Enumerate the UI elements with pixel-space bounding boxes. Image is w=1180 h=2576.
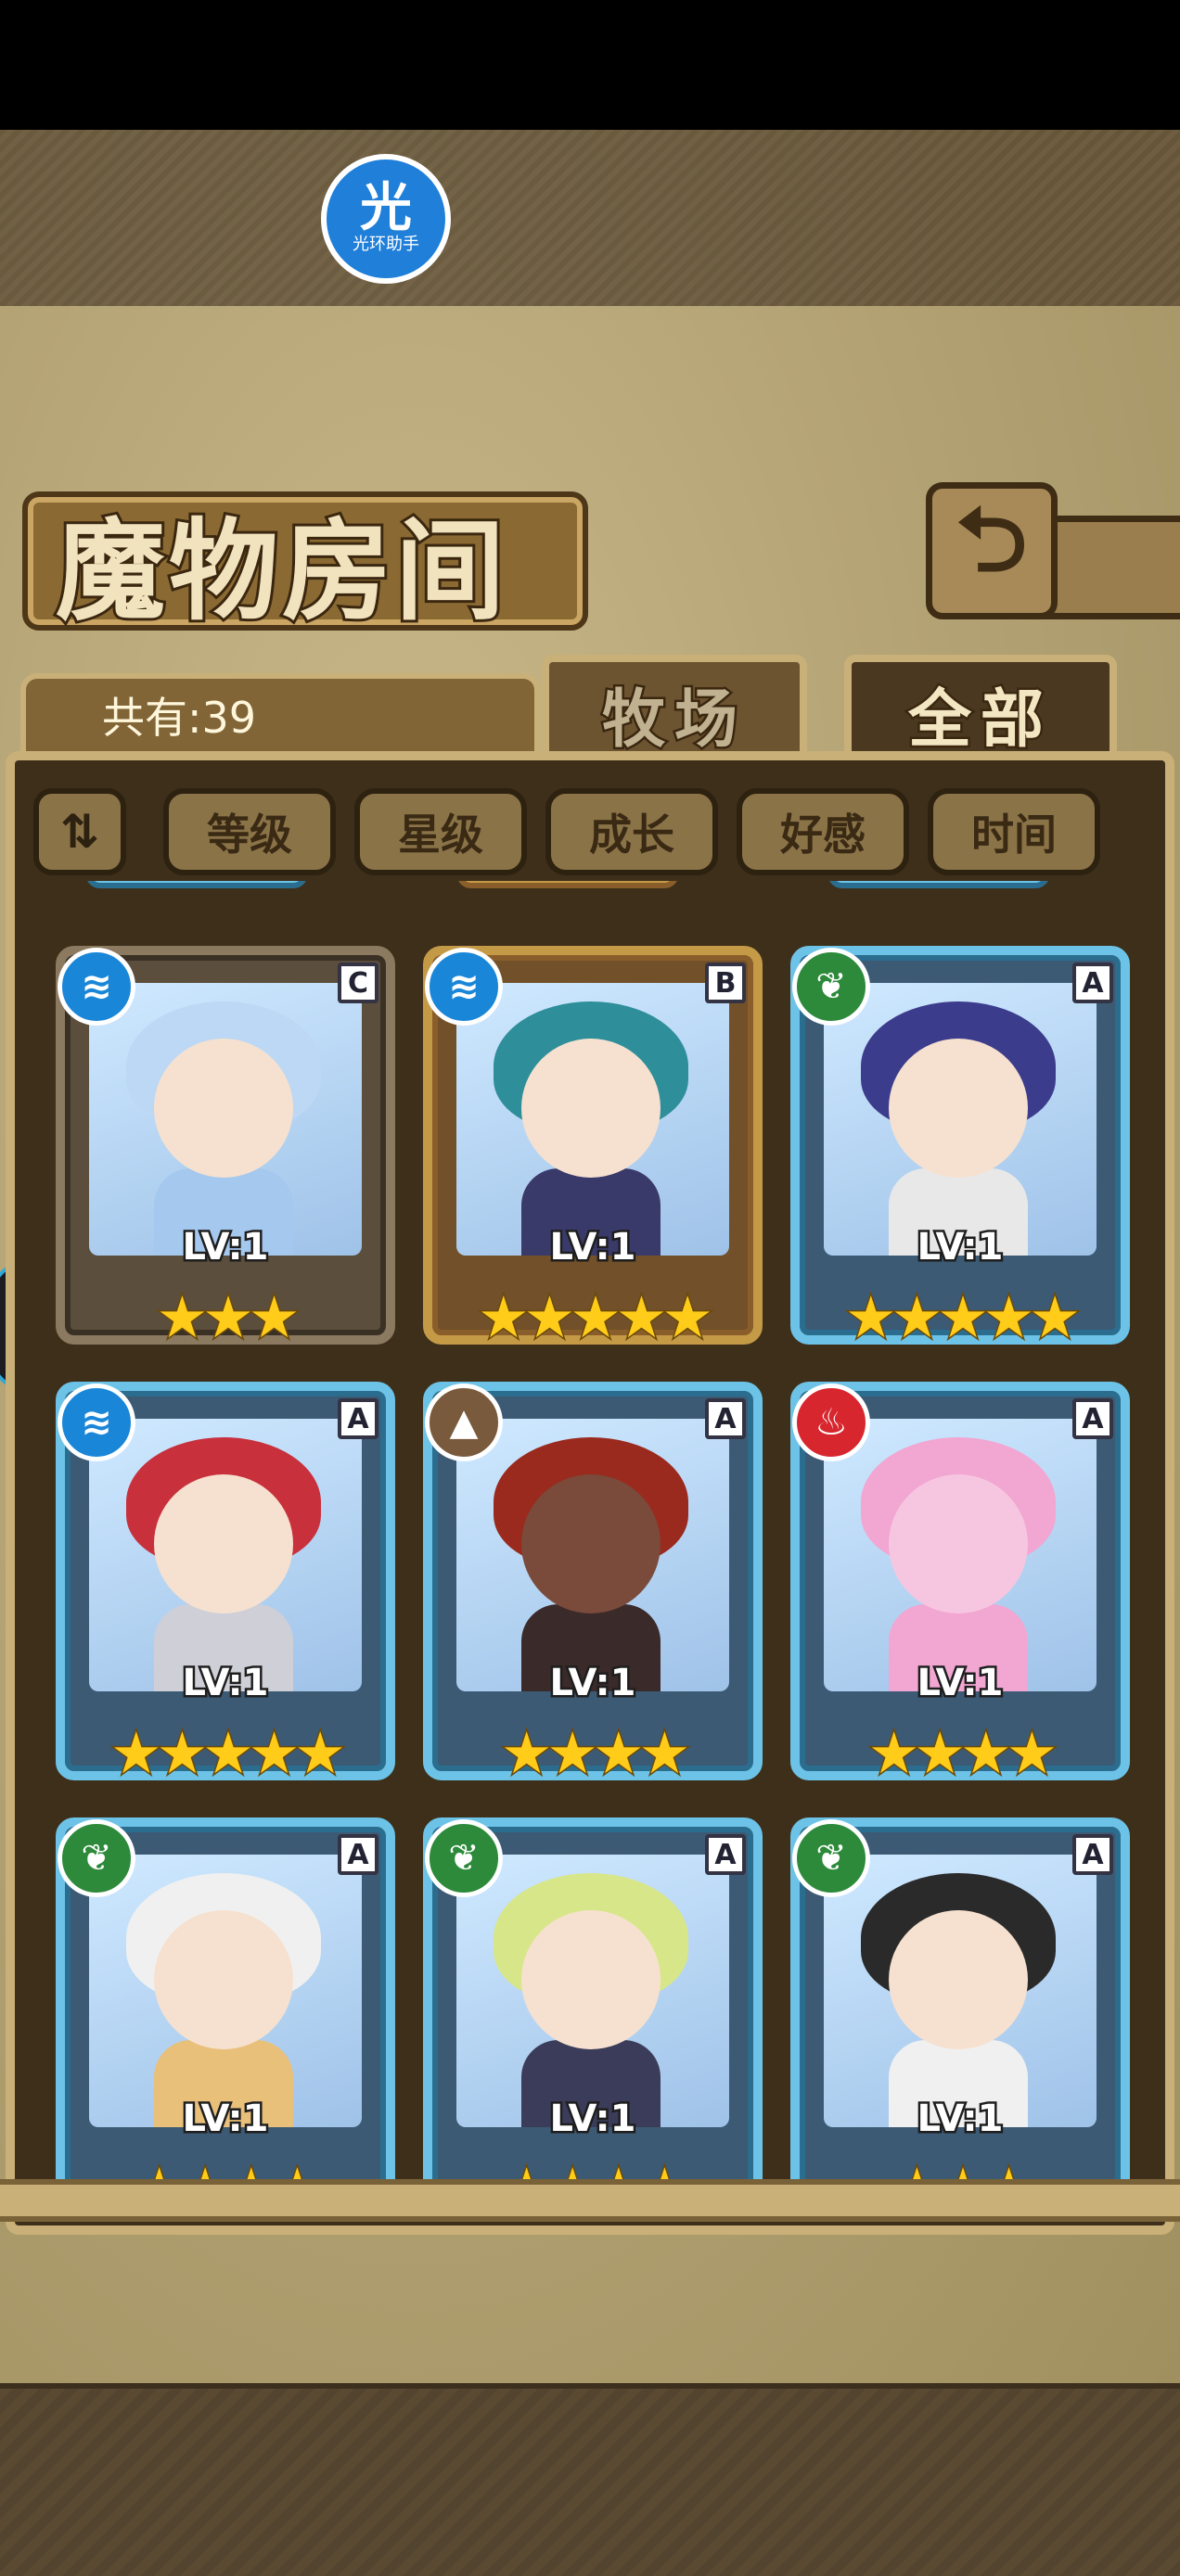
portrait-face xyxy=(154,1039,293,1178)
page-title: 魔物房间 xyxy=(53,504,509,638)
bottom-background xyxy=(0,2383,1180,2576)
wood-element-icon: ❦ xyxy=(58,1819,135,1897)
portrait-face xyxy=(521,1474,661,1613)
star-rating: ★★★★★ xyxy=(109,1719,348,1787)
partial-card-stars: ★★★ xyxy=(85,881,308,888)
monster-card[interactable]: ♨ A LV:1 ★★★★ xyxy=(790,1382,1130,1787)
monster-level: LV:1 xyxy=(547,1224,638,1271)
monster-card[interactable]: ❦ A LV:1 ★★★★★ xyxy=(790,946,1130,1351)
earth-element-icon: ▲ xyxy=(425,1384,503,1461)
wood-element-icon: ❦ xyxy=(792,948,870,1026)
helper-badge-label: 光环助手 xyxy=(353,235,419,254)
partial-card-stars: ★★★★★ xyxy=(456,881,679,888)
rank-badge: A xyxy=(705,1398,746,1439)
monster-portrait xyxy=(824,983,1097,1256)
monster-card[interactable]: ≋ B LV:1 ★★★★★ xyxy=(423,946,763,1351)
monster-level: LV:1 xyxy=(180,2096,271,2143)
water-element-icon: ≋ xyxy=(58,948,135,1026)
sort-star-button[interactable]: 星级 xyxy=(354,788,527,875)
sort-affection-button[interactable]: 好感 xyxy=(737,788,909,875)
monster-portrait xyxy=(824,1419,1097,1691)
portrait-face xyxy=(889,1474,1028,1613)
monster-level: LV:1 xyxy=(915,1224,1006,1271)
portrait-face xyxy=(154,1910,293,2049)
back-rail xyxy=(1039,516,1180,619)
monster-portrait xyxy=(456,1419,729,1691)
portrait-face xyxy=(889,1910,1028,2049)
monster-card[interactable]: ▲ A LV:1 ★★★★ xyxy=(423,1382,763,1787)
back-button[interactable]: ⮌ xyxy=(926,482,1058,619)
monster-card[interactable]: ❦ALV:1★★★★ xyxy=(423,1817,763,2219)
helper-badge-glyph: 光 xyxy=(360,178,412,238)
monster-portrait xyxy=(456,983,729,1256)
status-bar xyxy=(0,0,1180,130)
rank-badge: B xyxy=(705,963,746,1003)
portrait-face xyxy=(521,1910,661,2049)
rank-badge: A xyxy=(1072,963,1113,1003)
rank-badge: A xyxy=(705,1834,746,1875)
sort-time-button[interactable]: 时间 xyxy=(928,788,1100,875)
star-rating: ★★★ xyxy=(155,1283,301,1351)
portrait-face xyxy=(521,1039,661,1178)
monster-level: LV:1 xyxy=(180,1660,271,1707)
rank-badge: A xyxy=(338,1834,378,1875)
star-rating: ★★★★ xyxy=(866,1719,1058,1787)
monster-level: LV:1 xyxy=(180,1224,271,1271)
monster-level: LV:1 xyxy=(915,2096,1006,2143)
fire-element-icon: ♨ xyxy=(792,1384,870,1461)
monster-card[interactable]: ❦ALV:1★★★ xyxy=(790,1817,1130,2219)
star-rating: ★★★★★ xyxy=(844,1283,1083,1351)
monster-card[interactable]: ❦ALV:1★★★★ xyxy=(56,1817,395,2219)
water-element-icon: ≋ xyxy=(58,1384,135,1461)
star-rating: ★★★★ xyxy=(499,1719,691,1787)
monster-portrait xyxy=(89,1419,362,1691)
monster-portrait xyxy=(456,1855,729,2127)
sort-growth-button[interactable]: 成长 xyxy=(545,788,718,875)
helper-badge[interactable]: 光 光环助手 xyxy=(321,154,451,284)
sort-toggle-button[interactable]: ⇅ xyxy=(33,788,126,875)
monster-level: LV:1 xyxy=(915,1660,1006,1707)
rank-badge: A xyxy=(1072,1398,1113,1439)
sort-toggle-icon: ⇅ xyxy=(60,805,99,859)
sort-level-button[interactable]: 等级 xyxy=(163,788,336,875)
monster-card[interactable]: ≋ C LV:1 ★★★ xyxy=(56,946,395,1351)
monster-count: 共有:39 xyxy=(102,693,257,743)
monster-portrait xyxy=(89,1855,362,2127)
tab-ranch[interactable]: 牧场 xyxy=(542,655,807,764)
rank-badge: A xyxy=(1072,1834,1113,1875)
star-rating: ★★★★★ xyxy=(477,1283,715,1351)
monster-level: LV:1 xyxy=(547,1660,638,1707)
portrait-face xyxy=(889,1039,1028,1178)
monster-portrait xyxy=(824,1855,1097,2127)
monster-level: LV:1 xyxy=(547,2096,638,2143)
wood-element-icon: ❦ xyxy=(792,1819,870,1897)
monster-card[interactable]: ≋ A LV:1 ★★★★★ xyxy=(56,1382,395,1787)
partial-card-stars: ★★★★ xyxy=(827,881,1050,888)
portrait-face xyxy=(154,1474,293,1613)
return-arrow-icon: ⮌ xyxy=(956,487,1028,592)
count-plate xyxy=(20,673,540,751)
water-element-icon: ≋ xyxy=(425,948,503,1026)
panel-bottom-rail xyxy=(0,2179,1180,2222)
wood-element-icon: ❦ xyxy=(425,1819,503,1897)
rank-badge: C xyxy=(338,963,378,1003)
rank-badge: A xyxy=(338,1398,378,1439)
tab-all[interactable]: 全部 xyxy=(844,655,1117,764)
monster-portrait xyxy=(89,983,362,1256)
